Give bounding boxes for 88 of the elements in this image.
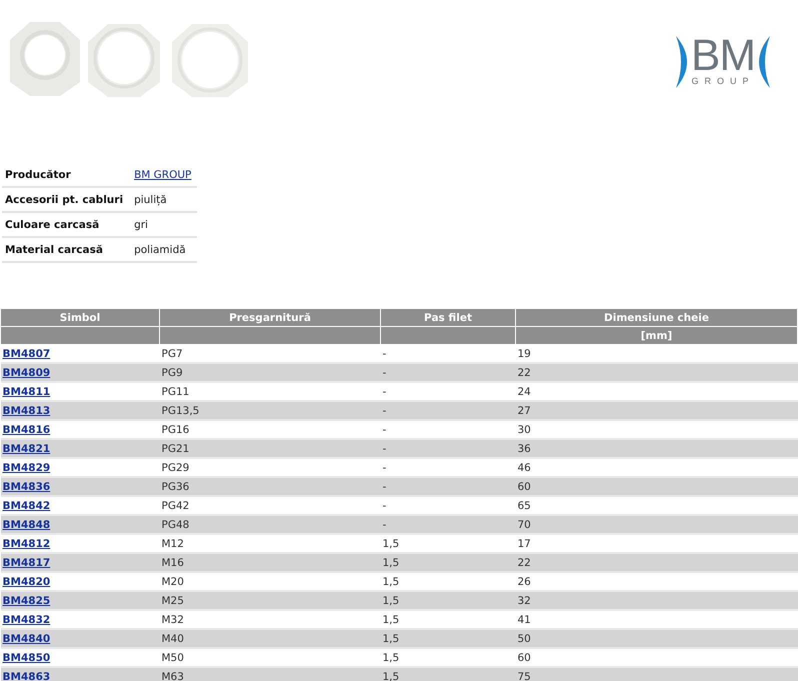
table-cell: 1,5 — [382, 556, 400, 568]
table-cell: PG29 — [162, 462, 190, 474]
product-code-link[interactable]: BM4840 — [2, 632, 50, 644]
table-cell: PG42 — [162, 500, 190, 512]
table-cell: 46 — [518, 462, 531, 474]
table-cell: - — [382, 386, 386, 398]
column-header: Presgarnitură — [160, 309, 380, 326]
table-cell: PG48 — [162, 518, 190, 530]
product-code-link[interactable]: BM4821 — [2, 442, 50, 454]
table-cell: PG16 — [162, 424, 190, 436]
table-cell: 32 — [518, 594, 531, 606]
table-cell: 50 — [518, 632, 531, 644]
crescent-icon — [759, 36, 770, 88]
product-code-link[interactable]: BM4807 — [2, 348, 50, 360]
property-value: piuliță — [134, 194, 167, 206]
product-code-link[interactable]: BM4809 — [2, 366, 50, 378]
table-cell: 1,5 — [382, 614, 400, 626]
table-cell: PG7 — [162, 348, 183, 360]
table-cell: PG13,5 — [162, 404, 200, 416]
product-code-link[interactable]: BM4813 — [2, 404, 50, 416]
table-cell: - — [382, 500, 386, 512]
column-header: Simbol — [0, 309, 160, 326]
table-cell: M50 — [162, 652, 184, 664]
product-code-link[interactable]: BM4848 — [2, 518, 50, 530]
table-cell: 1,5 — [382, 538, 400, 550]
logo-subtext: GROUP — [691, 75, 754, 87]
table-cell: - — [382, 424, 386, 436]
property-label: Producător — [2, 163, 132, 187]
product-code-link[interactable]: BM4850 — [2, 652, 50, 664]
table-cell: M25 — [162, 594, 184, 606]
table-cell: 60 — [518, 652, 531, 664]
table-cell: - — [382, 404, 386, 416]
table-cell: 22 — [518, 366, 531, 378]
table-cell: - — [382, 518, 386, 530]
table-cell: 41 — [518, 614, 531, 626]
table-cell: PG21 — [162, 442, 190, 454]
table-cell: 60 — [518, 480, 531, 492]
product-code-link[interactable]: BM4812 — [2, 538, 50, 550]
table-cell: M20 — [162, 576, 184, 588]
table-cell: M40 — [162, 632, 184, 644]
product-code-link[interactable]: BM4811 — [2, 386, 50, 398]
table-cell: 1,5 — [382, 670, 400, 681]
column-header: Dimensiune cheie — [516, 309, 798, 326]
property-link[interactable]: BM GROUP — [134, 168, 192, 180]
table-cell: PG11 — [162, 386, 190, 398]
column-header: Pas filet — [380, 309, 516, 326]
product-code-link[interactable]: BM4842 — [2, 500, 50, 512]
table-cell: 65 — [518, 500, 531, 512]
table-cell: 22 — [518, 556, 531, 568]
table-cell: PG36 — [162, 480, 190, 492]
table-cell: M63 — [162, 670, 184, 681]
table-cell: 1,5 — [382, 652, 400, 664]
property-label: Culoare carcasă — [2, 212, 132, 237]
table-cell: 17 — [518, 538, 531, 550]
table-cell: 1,5 — [382, 594, 400, 606]
product-code-link[interactable]: BM4836 — [2, 480, 50, 492]
product-code-link[interactable]: BM4816 — [2, 424, 50, 436]
product-code-link[interactable]: BM4825 — [2, 594, 50, 606]
product-code-link[interactable]: BM4832 — [2, 614, 50, 626]
logo-text: BM — [691, 37, 755, 75]
table-cell: 19 — [518, 348, 531, 360]
table-cell: - — [382, 442, 386, 454]
property-value: poliamidă — [134, 244, 186, 256]
table-cell: 24 — [518, 386, 531, 398]
table-cell: 1,5 — [382, 576, 400, 588]
table-cell: 36 — [518, 442, 531, 454]
product-code-link[interactable]: BM4829 — [2, 462, 50, 474]
product-code-link[interactable]: BM4820 — [2, 576, 50, 588]
table-cell: M16 — [162, 556, 184, 568]
table-cell: 26 — [518, 576, 531, 588]
column-unit: [mm] — [516, 326, 798, 344]
table-cell: PG9 — [162, 366, 183, 378]
property-value: gri — [134, 218, 148, 230]
table-cell: 70 — [518, 518, 531, 530]
property-label: Accesorii pt. cabluri — [2, 187, 132, 212]
table-cell: - — [382, 348, 386, 360]
table-cell: M32 — [162, 614, 184, 626]
property-label: Material carcasă — [2, 237, 132, 262]
table-cell: - — [382, 480, 386, 492]
table-cell: 1,5 — [382, 632, 400, 644]
table-cell: M12 — [162, 538, 184, 550]
product-code-link[interactable]: BM4817 — [2, 556, 50, 568]
table-cell: - — [382, 462, 386, 474]
table-cell: 27 — [518, 404, 531, 416]
table-cell: - — [382, 366, 386, 378]
table-cell: 75 — [518, 670, 531, 681]
crescent-icon — [676, 36, 687, 88]
table-cell: 30 — [518, 424, 531, 436]
